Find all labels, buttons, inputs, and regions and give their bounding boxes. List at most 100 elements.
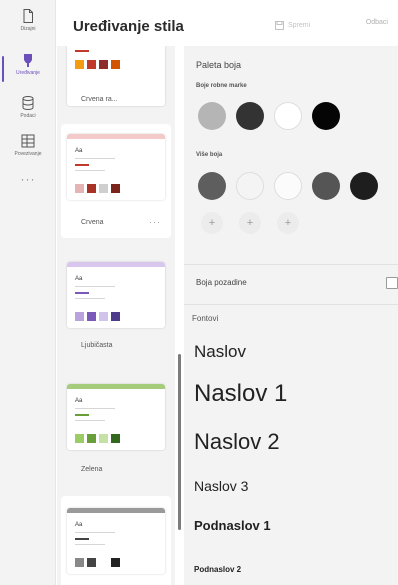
cancel-button[interactable]: Odbaci	[366, 19, 388, 26]
color-swatch	[75, 558, 84, 567]
font-style-heading-1[interactable]: Naslov 1	[194, 380, 287, 408]
add-color-button[interactable]: +	[239, 212, 261, 234]
theme-header-bar	[67, 508, 165, 513]
rail-item-data[interactable]: Podaci	[0, 95, 56, 135]
rail-item-designs[interactable]: Dizajni	[0, 8, 56, 48]
color-palette-section: Paleta boja Boje robne marke Više boja +…	[184, 46, 398, 260]
background-color-row: Boja pozadine	[184, 266, 398, 300]
rail-item-label: Podaci	[20, 113, 36, 119]
fonts-title: Fontovi	[192, 314, 219, 323]
color-swatch	[99, 434, 108, 443]
more-colors-label: Više boja	[196, 152, 223, 158]
text-line	[75, 408, 115, 409]
theme-card[interactable]: Aa Zelena	[61, 380, 171, 480]
color-swatch	[87, 60, 96, 69]
rail-item-label: Povezivanje	[14, 151, 42, 157]
theme-list: Crvena ra... Aa Crvena ··· Aa Ljubičasta…	[57, 46, 175, 585]
extra-color-swatch[interactable]	[274, 172, 302, 200]
rail-more-button[interactable]: ···	[0, 172, 56, 186]
accent-line	[75, 164, 89, 166]
color-swatch	[111, 60, 120, 69]
text-line	[75, 544, 105, 545]
extra-color-swatch[interactable]	[198, 172, 226, 200]
accent-line	[75, 414, 89, 416]
color-swatch	[87, 434, 96, 443]
color-swatch	[99, 312, 108, 321]
color-swatch	[75, 60, 84, 69]
theme-sample-text: Aa	[75, 276, 83, 282]
style-editor: Dizajni Uređivanje Podaci Povezivanje ··…	[0, 0, 398, 585]
add-color-button[interactable]: +	[201, 212, 223, 234]
text-line	[75, 532, 115, 533]
theme-sample-text: Aa	[75, 522, 83, 528]
font-style-heading-3[interactable]: Naslov 3	[194, 478, 248, 494]
document-icon	[23, 9, 33, 23]
brand-color-swatch[interactable]	[312, 102, 340, 130]
rail-item-label: Uređivanje	[16, 70, 40, 76]
palette-title: Paleta boja	[196, 60, 242, 70]
text-line	[75, 170, 105, 171]
color-swatch	[111, 184, 120, 193]
color-swatch	[75, 312, 84, 321]
background-color-label: Boja pozadine	[196, 278, 247, 287]
theme-header-bar	[67, 262, 165, 267]
font-style-subheading-1[interactable]: Podnaslov 1	[194, 518, 271, 533]
theme-thumbnail: Aa	[67, 384, 165, 450]
background-color-checkbox[interactable]	[386, 277, 398, 289]
color-swatch	[75, 184, 84, 193]
theme-name: Zelena	[81, 466, 103, 473]
save-button-label: Spremi	[288, 21, 311, 29]
add-color-button[interactable]: +	[277, 212, 299, 234]
brand-color-swatch[interactable]	[198, 102, 226, 130]
color-swatch	[87, 312, 96, 321]
extra-color-swatch[interactable]	[312, 172, 340, 200]
rail-item-connections[interactable]: Povezivanje	[0, 133, 56, 173]
theme-thumbnail: Aa	[67, 508, 165, 574]
panel-splitter[interactable]	[178, 354, 181, 530]
theme-header-bar	[67, 134, 165, 139]
extra-color-swatch[interactable]	[236, 172, 264, 200]
theme-sample-text: Aa	[75, 398, 83, 404]
theme-card-selected[interactable]: Aa Crvena ···	[61, 124, 171, 238]
rail-item-label: Dizajni	[20, 26, 36, 32]
text-line	[75, 158, 115, 159]
color-swatch	[87, 184, 96, 193]
font-style-heading[interactable]: Naslov	[194, 342, 246, 362]
database-icon	[22, 96, 34, 111]
accent-line	[75, 50, 89, 52]
left-rail: Dizajni Uređivanje Podaci Povezivanje ··…	[0, 0, 56, 585]
theme-name: Ljubičasta	[81, 342, 113, 349]
page-title: Uređivanje stila	[73, 18, 184, 35]
accent-line	[75, 538, 89, 540]
theme-card[interactable]: Aa Ljubičasta	[61, 258, 171, 358]
color-swatch	[75, 434, 84, 443]
color-swatch	[87, 558, 96, 567]
table-icon	[21, 134, 35, 148]
brand-color-swatch[interactable]	[236, 102, 264, 130]
text-line	[75, 420, 105, 421]
theme-sample-text: Aa	[75, 148, 83, 154]
style-panel: Paleta boja Boje robne marke Više boja +…	[184, 46, 398, 585]
brand-colors-label: Boje robne marke	[196, 83, 247, 89]
header: Uređivanje stila Spremi Odbaci	[57, 0, 398, 46]
rail-item-editing[interactable]: Uređivanje	[0, 52, 56, 92]
save-button[interactable]: Spremi	[275, 18, 310, 32]
theme-card[interactable]: Crvena ra...	[61, 46, 171, 110]
theme-name: Crvena ra...	[81, 96, 118, 103]
theme-thumbnail: Aa	[67, 262, 165, 328]
extra-color-swatch[interactable]	[350, 172, 378, 200]
brand-color-swatch[interactable]	[274, 102, 302, 130]
color-swatch	[111, 312, 120, 321]
font-style-subheading-2[interactable]: Podnaslov 2	[194, 565, 241, 574]
text-line	[75, 286, 115, 287]
text-line	[75, 298, 105, 299]
divider	[184, 304, 398, 305]
theme-card[interactable]: Aa	[61, 496, 171, 585]
theme-name: Crvena	[81, 219, 104, 226]
color-swatch	[111, 558, 120, 567]
theme-more-button[interactable]: ···	[149, 217, 161, 227]
theme-thumbnail: Aa	[67, 134, 165, 200]
color-swatch	[99, 184, 108, 193]
theme-header-bar	[67, 384, 165, 389]
font-style-heading-2[interactable]: Naslov 2	[194, 429, 280, 455]
